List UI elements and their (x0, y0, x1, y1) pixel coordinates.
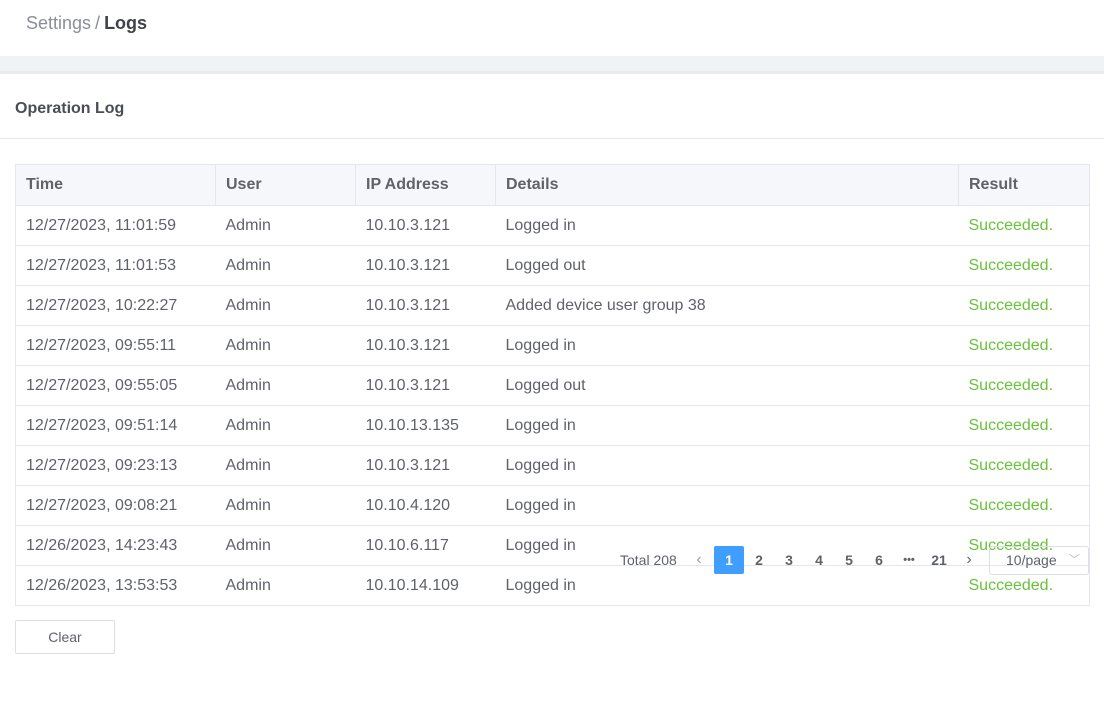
table-row: 12/27/2023, 09:51:14 Admin 10.10.13.135 Log… (15, 405, 1090, 446)
cell-time: 12/27/2023, 09:08:21 (15, 485, 216, 526)
cell-ip-address: 10.10.14.109 (355, 565, 496, 606)
chevron-down-icon: ﹀ (1069, 554, 1080, 566)
header-ip-address: IP Address (355, 164, 496, 206)
cell-ip-address: 10.10.3.121 (355, 445, 496, 486)
cell-ip-address: 10.10.13.135 (355, 405, 496, 446)
cell-result: Succeeded. (958, 325, 1090, 366)
cell-ip-address: 10.10.3.121 (355, 325, 496, 366)
page-2[interactable]: 2 (744, 546, 774, 574)
table-header-row: Time User IP Address Details Result (15, 164, 1090, 206)
cell-user: Admin (215, 365, 356, 406)
cell-details: Added device user group 38 (495, 285, 959, 326)
page-21[interactable]: 21 (924, 546, 954, 574)
page-4[interactable]: 4 (804, 546, 834, 574)
cell-result: Succeeded. (958, 405, 1090, 446)
section-gap (0, 56, 1104, 71)
more-pages-icon[interactable]: ••• (894, 546, 924, 574)
cell-time: 12/26/2023, 14:23:43 (15, 525, 216, 566)
cell-result: Succeeded. (958, 205, 1090, 246)
page-5[interactable]: 5 (834, 546, 864, 574)
card-title: Operation Log (15, 100, 125, 117)
cell-user: Admin (215, 285, 356, 326)
table-row: 12/27/2023, 09:55:05 Admin 10.10.3.121 Logg… (15, 365, 1090, 406)
cell-time: 12/27/2023, 10:22:27 (15, 285, 216, 326)
cell-details: Logged in (495, 405, 959, 446)
top-bar: Settings / Logs (0, 0, 1104, 56)
cell-result: Succeeded. (958, 485, 1090, 526)
next-page-icon[interactable]: › (954, 546, 984, 574)
table-row: 12/27/2023, 09:23:13 Admin 10.10.3.121 Logg… (15, 445, 1090, 486)
cell-user: Admin (215, 245, 356, 286)
breadcrumb: Settings / Logs (26, 12, 147, 34)
breadcrumb-separator: / (95, 13, 101, 33)
header-result: Result (958, 164, 1090, 206)
cell-user: Admin (215, 565, 356, 606)
cell-ip-address: 10.10.3.121 (355, 285, 496, 326)
operation-log-card: Operation Log Time User IP Address Detai… (0, 74, 1104, 723)
pagination-total: Total 208 (620, 552, 677, 568)
table-row: 12/27/2023, 09:08:21 Admin 10.10.4.120 Logg… (15, 485, 1090, 526)
prev-page-icon[interactable]: ‹ (684, 546, 714, 574)
cell-ip-address: 10.10.3.121 (355, 365, 496, 406)
cell-details: Logged in (495, 205, 959, 246)
header-time: Time (15, 164, 216, 206)
breadcrumb-settings[interactable]: Settings (26, 13, 91, 33)
cell-details: Logged out (495, 365, 959, 406)
table-row: 12/27/2023, 11:01:59 Admin 10.10.3.121 Logg… (15, 205, 1090, 246)
cell-result: Succeeded. (958, 445, 1090, 486)
cell-time: 12/27/2023, 11:01:53 (15, 245, 216, 286)
log-table: Time User IP Address Details Result 12/2… (15, 164, 1090, 606)
cell-user: Admin (215, 485, 356, 526)
cell-user: Admin (215, 405, 356, 446)
page-1[interactable]: 1 (714, 546, 744, 574)
table-row: 12/27/2023, 10:22:27 Admin 10.10.3.121 Adde… (15, 285, 1090, 326)
cell-time: 12/26/2023, 13:53:53 (15, 565, 216, 606)
header-details: Details (495, 164, 959, 206)
cell-ip-address: 10.10.3.121 (355, 245, 496, 286)
cell-result: Succeeded. (958, 285, 1090, 326)
breadcrumb-logs: Logs (104, 13, 148, 33)
cell-ip-address: 10.10.6.117 (355, 525, 496, 566)
cell-user: Admin (215, 205, 356, 246)
header-user: User (215, 164, 356, 206)
cell-details: Logged in (495, 325, 959, 366)
table-row: 12/27/2023, 11:01:53 Admin 10.10.3.121 Logg… (15, 245, 1090, 286)
cell-user: Admin (215, 525, 356, 566)
cell-details: Logged in (495, 445, 959, 486)
cell-ip-address: 10.10.3.121 (355, 205, 496, 246)
cell-user: Admin (215, 325, 356, 366)
cell-result: Succeeded. (958, 365, 1090, 406)
page-size-select[interactable]: 10/page ﹀ (989, 546, 1089, 575)
cell-time: 12/27/2023, 09:55:05 (15, 365, 216, 406)
clear-button[interactable]: Clear (15, 620, 115, 654)
cell-result: Succeeded. (958, 245, 1090, 286)
cell-time: 12/27/2023, 09:51:14 (15, 405, 216, 446)
cell-time: 12/27/2023, 09:55:11 (15, 325, 216, 366)
page-6[interactable]: 6 (864, 546, 894, 574)
card-header: Operation Log (0, 74, 1104, 139)
page-3[interactable]: 3 (774, 546, 804, 574)
table-row: 12/27/2023, 09:55:11 Admin 10.10.3.121 Logg… (15, 325, 1090, 366)
cell-ip-address: 10.10.4.120 (355, 485, 496, 526)
cell-details: Logged in (495, 485, 959, 526)
cell-time: 12/27/2023, 11:01:59 (15, 205, 216, 246)
cell-time: 12/27/2023, 09:23:13 (15, 445, 216, 486)
cell-user: Admin (215, 445, 356, 486)
cell-details: Logged out (495, 245, 959, 286)
page-size-value: 10/page (1006, 552, 1057, 568)
